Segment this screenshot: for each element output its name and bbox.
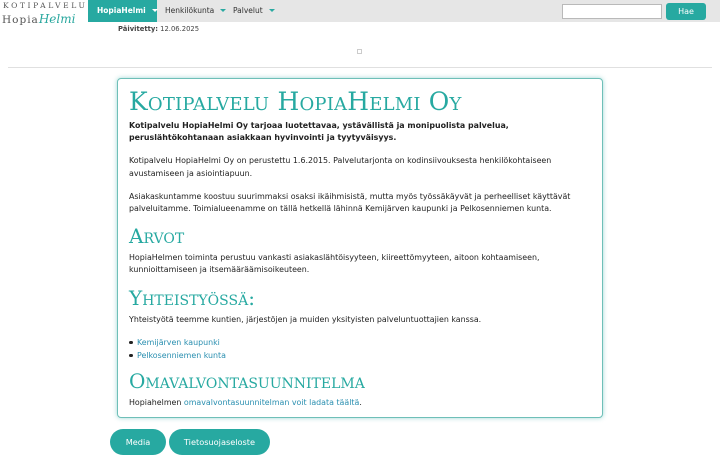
nav-item-palvelut[interactable]: Palvelut — [224, 0, 284, 22]
plan-suffix: . — [359, 397, 362, 407]
link-kemijarvi[interactable]: Kemijärven kaupunki — [137, 338, 220, 347]
values-heading: Arvot — [129, 224, 185, 249]
chevron-down-icon — [268, 8, 275, 12]
self-monitoring-heading: Omavalvontasuunnitelma — [129, 368, 365, 393]
nav-item-label: Palvelut — [233, 6, 263, 15]
placeholder-icon — [357, 49, 362, 54]
nav-item-hopiahelmi[interactable]: HopiaHelmi — [88, 0, 158, 22]
nav-item-label: HopiaHelmi — [97, 6, 146, 15]
lead-paragraph: Kotipalvelu HopiaHelmi Oy tarjoaa luotet… — [129, 121, 509, 143]
search-button[interactable]: Hae — [666, 3, 706, 20]
page-title: Kotipalvelu HopiaHelmi Oy — [129, 87, 462, 116]
privacy-policy-button[interactable]: Tietosuojaseloste — [169, 429, 270, 455]
search-input[interactable] — [562, 4, 662, 19]
logo-helmi-text: Helmi — [38, 12, 76, 26]
updated-value: 12.06.2025 — [160, 25, 200, 33]
values-paragraph: HopiaHelmen toiminta perustuu vankasti a… — [129, 253, 540, 275]
logo-hopia-text: Hopia — [2, 14, 39, 26]
cooperation-links: Kemijärven kaupunki Pelkosenniemen kunta — [129, 336, 591, 362]
link-pelkosenniemi[interactable]: Pelkosenniemen kunta — [137, 351, 226, 360]
nav-item-label: Henkilökunta — [165, 6, 215, 15]
updated-label: Päivitetty: — [118, 25, 158, 33]
list-item: Pelkosenniemen kunta — [129, 349, 591, 362]
site-logo[interactable]: KOTIPALVELU HopiaHelmi — [0, 0, 88, 26]
cooperation-heading: Yhteistyössä: — [129, 285, 255, 310]
list-item: Kemijärven kaupunki — [129, 336, 591, 349]
cooperation-paragraph: Yhteistyötä teemme kuntien, järjestöjen … — [129, 314, 482, 324]
self-monitoring-download-link[interactable]: omavalvontasuunnitelman voit ladata tääl… — [184, 398, 359, 407]
divider — [8, 67, 712, 68]
plan-prefix: Hopiahelmen — [129, 397, 184, 407]
content-card: Kotipalvelu HopiaHelmi Oy Kotipalvelu Ho… — [117, 78, 603, 418]
logo-wordmark: HopiaHelmi — [2, 8, 75, 27]
intro-paragraph: Kotipalvelu HopiaHelmi Oy on perustettu … — [129, 156, 552, 178]
media-button[interactable]: Media — [110, 429, 166, 455]
clients-paragraph: Asiakaskuntamme koostuu suurimmaksi osak… — [129, 191, 571, 214]
updated-date: Päivitetty: 12.06.2025 — [118, 25, 199, 33]
nav-item-henkilokunta[interactable]: Henkilökunta — [156, 0, 227, 22]
self-monitoring-paragraph: Hopiahelmen omavalvontasuunnitelman voit… — [129, 397, 591, 409]
